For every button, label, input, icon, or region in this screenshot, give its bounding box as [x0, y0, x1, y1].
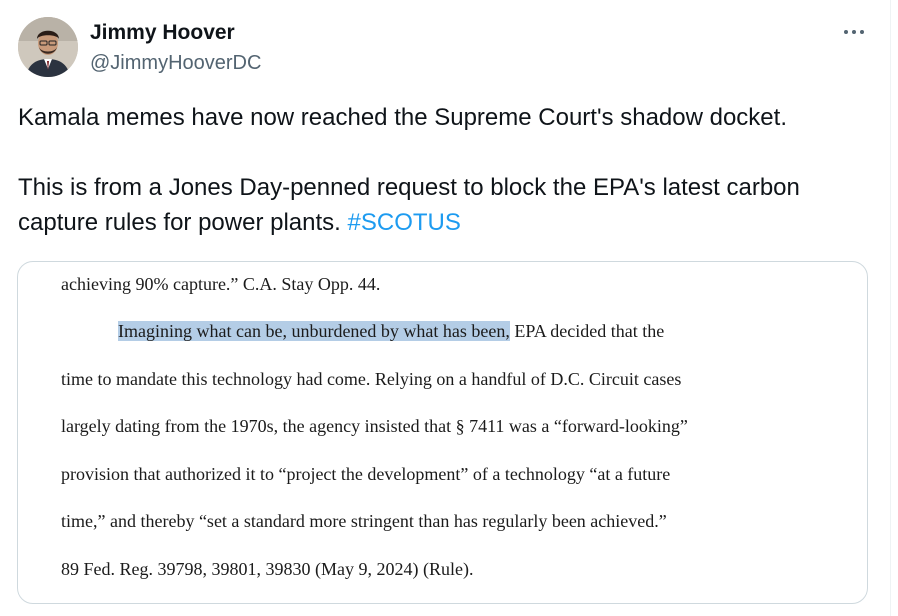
- hashtag-link[interactable]: #SCOTUS: [348, 209, 461, 236]
- document-text: EPA decided that the: [509, 321, 665, 341]
- document-line: achieving 90% capture.” C.A. Stay Opp. 4…: [61, 274, 381, 294]
- tweet: Jimmy Hoover @JimmyHooverDC Kamala memes…: [0, 0, 898, 616]
- column-divider: [890, 0, 891, 616]
- tweet-text-segment: capture rules for power plants.: [18, 209, 341, 236]
- document-line: Imagining what can be, unburdened by wha…: [118, 318, 664, 344]
- highlighted-text: Imagining what can be, unburdened by wha…: [118, 321, 510, 341]
- document-line: time,” and thereby “set a standard more …: [61, 511, 667, 531]
- more-horizontal-icon: [844, 30, 848, 34]
- document-line: time to mandate this technology had come…: [61, 369, 682, 389]
- person-avatar-icon: [18, 17, 78, 77]
- author-name[interactable]: Jimmy Hoover: [90, 20, 235, 46]
- author-handle[interactable]: @JimmyHooverDC: [90, 50, 261, 76]
- document-line: 89 Fed. Reg. 39798, 39801, 39830 (May 9,…: [61, 559, 474, 579]
- more-dot: [852, 30, 856, 34]
- author-avatar[interactable]: [18, 17, 78, 77]
- more-options-button[interactable]: [834, 20, 874, 44]
- tweet-text-line: Kamala memes have now reached the Suprem…: [18, 104, 787, 131]
- attached-image[interactable]: achieving 90% capture.” C.A. Stay Opp. 4…: [17, 261, 868, 604]
- tweet-text-line: capture rules for power plants. #SCOTUS: [18, 205, 878, 240]
- document-line: largely dating from the 1970s, the agenc…: [61, 416, 688, 436]
- document-line: provision that authorized it to “project…: [61, 464, 671, 484]
- tweet-text: Kamala memes have now reached the Suprem…: [18, 100, 878, 240]
- more-dot: [860, 30, 864, 34]
- tweet-text-line: This is from a Jones Day-penned request …: [18, 174, 800, 201]
